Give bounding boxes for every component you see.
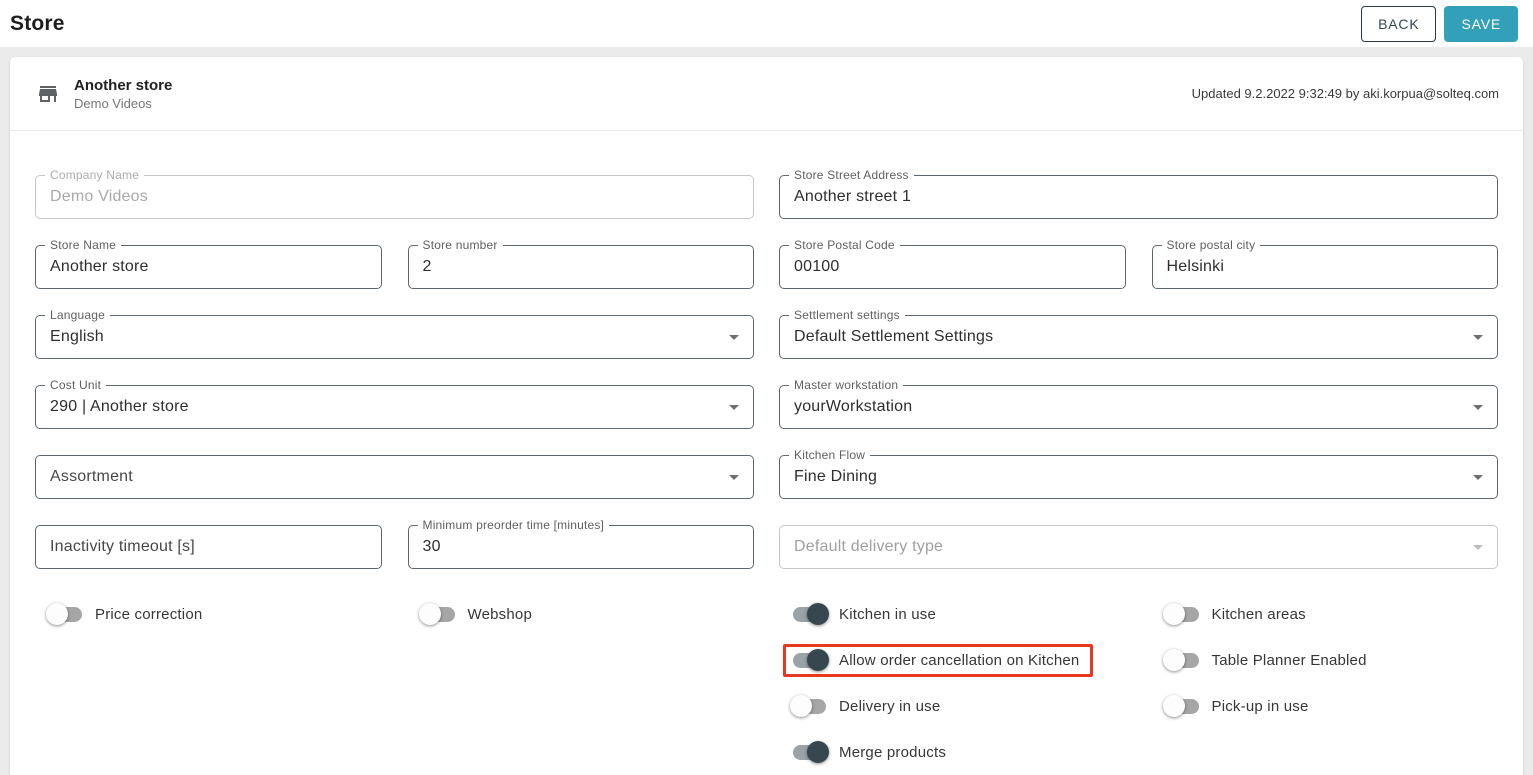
kitchen-flow-value: Fine Dining: [794, 468, 1465, 486]
merge-products-switch[interactable]: [793, 745, 826, 760]
settlement-settings-value: Default Settlement Settings: [794, 328, 1465, 346]
store-name-input[interactable]: [50, 258, 367, 276]
page-title: Store: [10, 12, 65, 36]
allow-order-cancellation-switch[interactable]: [793, 653, 826, 668]
chevron-down-icon: [729, 335, 739, 340]
kitchen-areas-label: Kitchen areas: [1212, 606, 1306, 623]
store-postal-code-field[interactable]: Store Postal Code: [779, 245, 1126, 289]
cost-unit-label: Cost Unit: [45, 378, 106, 392]
delivery-in-use-label: Delivery in use: [839, 698, 940, 715]
toggle-merge-products[interactable]: Merge products: [779, 744, 946, 761]
min-preorder-time-field[interactable]: Minimum preorder time [minutes]: [408, 525, 755, 569]
store-postal-city-label: Store postal city: [1162, 238, 1261, 252]
save-button[interactable]: SAVE: [1444, 6, 1518, 42]
kitchen-in-use-switch[interactable]: [793, 607, 826, 622]
store-card-header: Another store Demo Videos Updated 9.2.20…: [10, 57, 1523, 131]
store-card: Another store Demo Videos Updated 9.2.20…: [10, 57, 1523, 775]
kitchen-flow-label: Kitchen Flow: [789, 448, 870, 462]
company-name-field: Company Name: [35, 175, 754, 219]
company-name-input: [50, 188, 739, 206]
storefront-icon: [36, 82, 60, 106]
merge-products-label: Merge products: [839, 744, 946, 761]
assortment-placeholder: Assortment: [50, 468, 721, 486]
chevron-down-icon: [729, 405, 739, 410]
toggle-allow-order-cancellation[interactable]: Allow order cancellation on Kitchen: [783, 644, 1093, 677]
top-app-bar: Store BACK SAVE: [0, 0, 1533, 47]
topbar-actions: BACK SAVE: [1361, 6, 1518, 42]
store-street-address-field[interactable]: Store Street Address: [779, 175, 1498, 219]
chevron-down-icon: [1473, 405, 1483, 410]
store-number-label: Store number: [418, 238, 503, 252]
form-right-column: Store Street Address Store Postal Code S…: [779, 175, 1498, 775]
store-postal-city-field[interactable]: Store postal city: [1152, 245, 1499, 289]
language-select[interactable]: Language English: [35, 315, 754, 359]
settlement-settings-label: Settlement settings: [789, 308, 905, 322]
chevron-down-icon: [729, 475, 739, 480]
toggle-price-correction[interactable]: Price correction: [35, 606, 202, 623]
store-number-field[interactable]: Store number: [408, 245, 755, 289]
store-name-label: Store Name: [45, 238, 121, 252]
toggle-table-planner[interactable]: Table Planner Enabled: [1152, 652, 1367, 669]
language-label: Language: [45, 308, 110, 322]
min-preorder-time-input[interactable]: [423, 538, 740, 556]
cost-unit-value: 290 | Another store: [50, 398, 721, 416]
toggle-webshop[interactable]: Webshop: [408, 606, 533, 623]
header-store-name: Another store: [74, 77, 172, 94]
chevron-down-icon: [1473, 335, 1483, 340]
allow-order-cancellation-label: Allow order cancellation on Kitchen: [839, 652, 1079, 669]
form-left-column: Company Name Store Name Store number Lan…: [35, 175, 754, 775]
inactivity-timeout-field[interactable]: [35, 525, 382, 569]
table-planner-label: Table Planner Enabled: [1212, 652, 1367, 669]
min-preorder-time-label: Minimum preorder time [minutes]: [418, 518, 610, 532]
store-postal-city-input[interactable]: [1167, 258, 1484, 276]
toggle-kitchen-in-use[interactable]: Kitchen in use: [779, 606, 936, 623]
header-company-name: Demo Videos: [74, 96, 172, 111]
webshop-switch[interactable]: [422, 607, 455, 622]
default-delivery-type-placeholder: Default delivery type: [794, 538, 1465, 556]
inactivity-timeout-input[interactable]: [50, 538, 367, 556]
master-workstation-select[interactable]: Master workstation yourWorkstation: [779, 385, 1498, 429]
company-name-label: Company Name: [45, 168, 144, 182]
toggle-kitchen-areas[interactable]: Kitchen areas: [1152, 606, 1306, 623]
master-workstation-label: Master workstation: [789, 378, 903, 392]
store-postal-code-input[interactable]: [794, 258, 1111, 276]
chevron-down-icon: [1473, 475, 1483, 480]
chevron-down-icon: [1473, 545, 1483, 550]
kitchen-flow-select[interactable]: Kitchen Flow Fine Dining: [779, 455, 1498, 499]
assortment-select[interactable]: Assortment: [35, 455, 754, 499]
settlement-settings-select[interactable]: Settlement settings Default Settlement S…: [779, 315, 1498, 359]
toggle-delivery-in-use[interactable]: Delivery in use: [779, 698, 940, 715]
kitchen-in-use-label: Kitchen in use: [839, 606, 936, 623]
delivery-in-use-switch[interactable]: [793, 699, 826, 714]
store-number-input[interactable]: [423, 258, 740, 276]
language-value: English: [50, 328, 721, 346]
pickup-in-use-label: Pick-up in use: [1212, 698, 1309, 715]
store-street-address-input[interactable]: [794, 188, 1483, 206]
store-postal-code-label: Store Postal Code: [789, 238, 900, 252]
webshop-label: Webshop: [468, 606, 533, 623]
price-correction-label: Price correction: [95, 606, 202, 623]
kitchen-areas-switch[interactable]: [1166, 607, 1199, 622]
master-workstation-value: yourWorkstation: [794, 398, 1465, 416]
back-button[interactable]: BACK: [1361, 6, 1436, 42]
store-name-field[interactable]: Store Name: [35, 245, 382, 289]
store-street-address-label: Store Street Address: [789, 168, 914, 182]
price-correction-switch[interactable]: [49, 607, 82, 622]
pickup-in-use-switch[interactable]: [1166, 699, 1199, 714]
default-delivery-type-select: Default delivery type: [779, 525, 1498, 569]
table-planner-switch[interactable]: [1166, 653, 1199, 668]
last-updated-text: Updated 9.2.2022 9:32:49 by aki.korpua@s…: [1192, 86, 1499, 101]
cost-unit-select[interactable]: Cost Unit 290 | Another store: [35, 385, 754, 429]
toggle-pickup-in-use[interactable]: Pick-up in use: [1152, 698, 1309, 715]
store-form: Company Name Store Name Store number Lan…: [10, 131, 1523, 775]
